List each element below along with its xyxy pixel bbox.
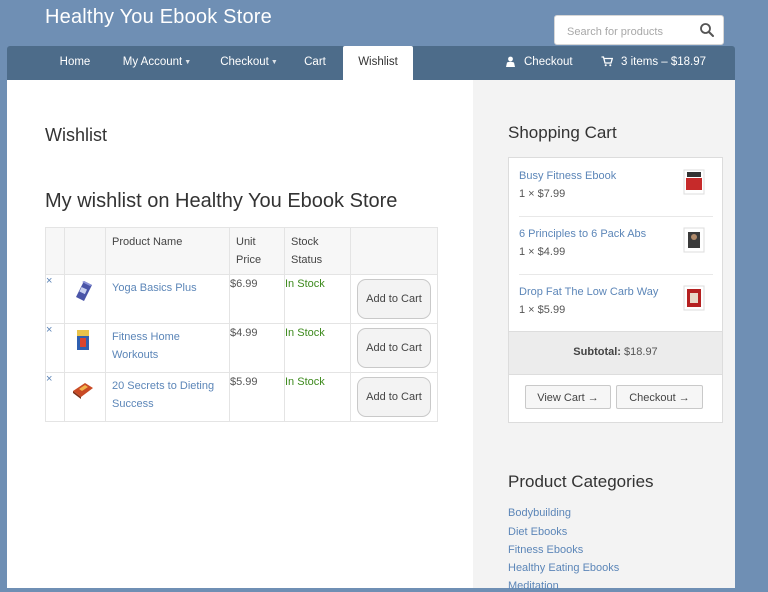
nav-checkout-label: Checkout <box>220 56 269 68</box>
remove-icon[interactable]: × <box>45 274 65 324</box>
stock-status-header: Stock Status <box>284 227 351 275</box>
product-link[interactable]: Yoga Basics Plus <box>106 275 229 301</box>
action-cell: Add to Cart <box>350 274 438 324</box>
wishlist-heading: My wishlist on Healthy You Ebook Store <box>45 190 398 212</box>
main-nav: Home My Account ▼ Checkout ▼ Cart Wishlist… <box>7 46 735 82</box>
remove-icon[interactable]: × <box>45 323 65 373</box>
thumb-cell <box>64 323 106 373</box>
cart-item-qty: 1 × $7.99 <box>519 188 566 200</box>
header-cart-summary[interactable]: 3 items – $18.97 <box>601 46 706 80</box>
product-link[interactable]: 20 Secrets to Dieting Success <box>106 373 229 417</box>
nav-home[interactable]: Home <box>49 46 101 80</box>
product-thumbnail-dieting[interactable] <box>71 377 95 401</box>
product-categories-title: Product Categories <box>508 472 654 491</box>
thumb-cell <box>64 372 106 422</box>
page-title: Wishlist <box>45 125 107 145</box>
cart-item-thumbnail[interactable] <box>681 284 707 312</box>
cart-icon <box>601 56 614 67</box>
category-link[interactable]: Healthy Eating Ebooks <box>508 562 619 574</box>
search-icon[interactable] <box>699 22 715 38</box>
cart-subtotal: Subtotal: $18.97 <box>509 331 722 375</box>
stock-status: In Stock <box>284 274 351 324</box>
category-link[interactable]: Meditation <box>508 580 559 592</box>
search-input[interactable] <box>565 22 697 42</box>
table-row: × Yoga Basics Plus $6.99 In Stock Add to… <box>45 274 438 324</box>
shopping-cart-title: Shopping Cart <box>508 123 617 142</box>
search-box[interactable] <box>554 15 724 45</box>
wishlist-table: Product Name Unit Price Stock Status × Y… <box>45 227 438 422</box>
header-checkout-label: Checkout <box>524 56 573 68</box>
action-cell: Add to Cart <box>350 323 438 373</box>
unit-price: $6.99 <box>229 274 285 324</box>
thumb-col-header <box>64 227 106 275</box>
nav-cart[interactable]: Cart <box>295 46 335 80</box>
product-name-cell: 20 Secrets to Dieting Success <box>105 372 230 422</box>
remove-icon[interactable]: × <box>45 372 65 422</box>
subtotal-value: $18.97 <box>624 346 658 358</box>
product-name-cell: Yoga Basics Plus <box>105 274 230 324</box>
cart-item: Drop Fat The Low Carb Way 1 × $5.99 <box>519 274 713 332</box>
nav-wishlist[interactable]: Wishlist <box>343 46 413 82</box>
add-to-cart-button[interactable]: Add to Cart <box>357 279 431 319</box>
add-to-cart-button[interactable]: Add to Cart <box>357 377 431 417</box>
nav-my-account-label: My Account <box>122 56 183 68</box>
header-checkout-link[interactable]: Checkout <box>505 46 573 80</box>
unit-price: $4.99 <box>229 323 285 373</box>
site-title[interactable]: Healthy You Ebook Store <box>45 6 272 29</box>
category-link[interactable]: Fitness Ebooks <box>508 544 583 556</box>
remove-col-header <box>45 227 65 275</box>
add-to-cart-button[interactable]: Add to Cart <box>357 328 431 368</box>
unit-price-header: Unit Price <box>229 227 285 275</box>
product-thumbnail-yoga[interactable] <box>71 279 95 303</box>
table-header-row: Product Name Unit Price Stock Status <box>45 227 438 275</box>
cart-item-link[interactable]: 6 Principles to 6 Pack Abs <box>519 228 646 240</box>
user-icon <box>506 56 515 67</box>
table-row: × Fitness Home Workouts $4.99 In Stock A… <box>45 323 438 373</box>
action-col-header <box>350 227 438 275</box>
cart-item-qty: 1 × $5.99 <box>519 304 566 316</box>
nav-home-label: Home <box>59 56 91 68</box>
cart-item-thumbnail[interactable] <box>681 168 707 196</box>
stock-status: In Stock <box>284 323 351 373</box>
header-cart-summary-text: 3 items – $18.97 <box>621 56 707 68</box>
category-link[interactable]: Diet Ebooks <box>508 526 567 538</box>
nav-wishlist-label: Wishlist <box>358 56 398 68</box>
view-cart-button[interactable]: View Cart → <box>525 385 611 409</box>
category-link[interactable]: Bodybuilding <box>508 507 571 519</box>
checkout-button[interactable]: Checkout → <box>616 385 703 409</box>
subtotal-label: Subtotal: <box>573 346 621 358</box>
thumb-cell <box>64 274 106 324</box>
chevron-down-icon: ▼ <box>270 59 278 66</box>
nav-cart-label: Cart <box>304 56 326 68</box>
cart-item-link[interactable]: Busy Fitness Ebook <box>519 170 616 182</box>
cart-item: Busy Fitness Ebook 1 × $7.99 <box>519 158 713 217</box>
chevron-down-icon: ▼ <box>184 59 192 66</box>
product-name-cell: Fitness Home Workouts <box>105 323 230 373</box>
nav-checkout[interactable]: Checkout ▼ <box>210 46 288 80</box>
cart-item-link[interactable]: Drop Fat The Low Carb Way <box>519 286 658 298</box>
table-row: × 20 Secrets to Dieting Success $5.99 In… <box>45 372 438 422</box>
product-name-header: Product Name <box>105 227 230 275</box>
product-thumbnail-fitness[interactable] <box>71 328 95 352</box>
unit-price: $5.99 <box>229 372 285 422</box>
nav-my-account[interactable]: My Account ▼ <box>113 46 201 80</box>
mini-cart: Busy Fitness Ebook 1 × $7.99 6 Principle… <box>508 157 723 423</box>
action-cell: Add to Cart <box>350 372 438 422</box>
stock-status: In Stock <box>284 372 351 422</box>
cart-item-qty: 1 × $4.99 <box>519 246 566 258</box>
cart-item: 6 Principles to 6 Pack Abs 1 × $4.99 <box>519 216 713 275</box>
cart-item-thumbnail[interactable] <box>681 226 707 254</box>
product-link[interactable]: Fitness Home Workouts <box>106 324 229 368</box>
